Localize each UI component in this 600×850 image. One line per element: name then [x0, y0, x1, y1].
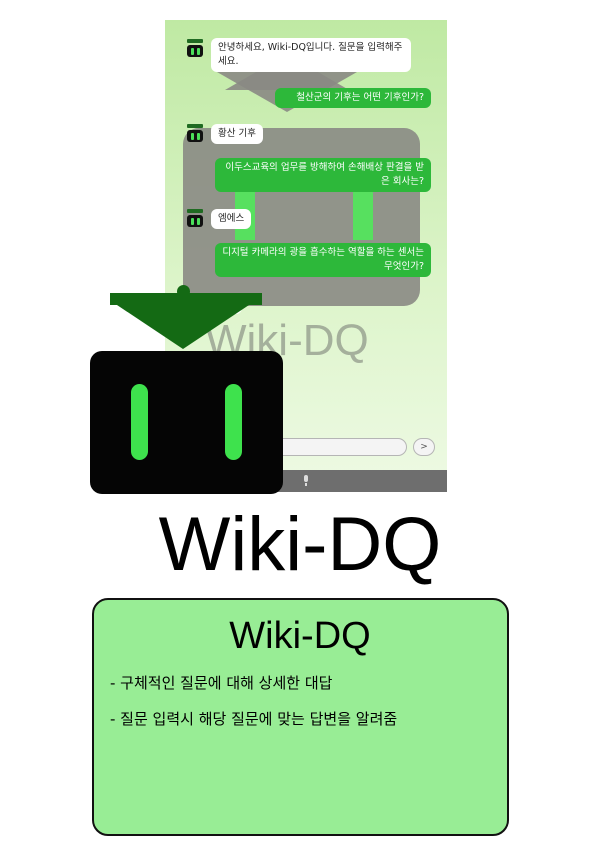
- info-card-title: Wiki-DQ: [229, 615, 371, 657]
- hat-crown: [111, 301, 255, 349]
- chat-message-user: 디지털 카메라의 광을 흡수하는 역할을 하는 센서는 무엇인가?: [215, 243, 431, 277]
- page-title: Wiki-DQ: [158, 502, 442, 587]
- bot-avatar-icon: [185, 124, 205, 144]
- chat-message-user: 철산군의 기후는 어떤 기후인가?: [275, 88, 431, 108]
- chat-message-bot: 안녕하세요, Wiki-DQ입니다. 질문을 입력해주세요.: [211, 38, 411, 72]
- robot-logo-icon: [90, 284, 286, 496]
- chat-message-user: 이두스교육의 업무를 방해하여 손해배상 판결을 받은 회사는?: [215, 158, 431, 192]
- chat-message-bot: 엠에스: [211, 209, 252, 229]
- chat-input[interactable]: [265, 438, 407, 456]
- info-card: Wiki-DQ - 구체적인 질문에 대해 상세한 대답 - 질문 입력시 해당…: [92, 598, 509, 836]
- mic-icon[interactable]: [302, 475, 310, 487]
- info-list-item: - 질문 입력시 해당 질문에 맞는 답변을 알려줌: [110, 710, 398, 728]
- background-shape: [353, 192, 373, 240]
- robot-eye-right: [225, 384, 242, 460]
- info-list-item: - 구체적인 질문에 대해 상세한 대답: [110, 674, 333, 692]
- robot-head: [90, 351, 283, 494]
- bot-avatar-icon: [185, 39, 205, 59]
- robot-eye-left: [131, 384, 148, 460]
- bot-avatar-icon: [185, 209, 205, 229]
- send-button[interactable]: >: [413, 438, 435, 456]
- chat-message-bot: 황산 기후: [211, 124, 263, 144]
